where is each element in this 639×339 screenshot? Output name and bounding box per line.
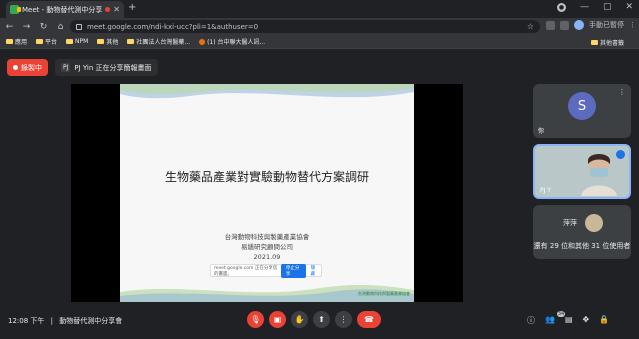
participant-name: 萍萍	[563, 219, 577, 227]
slide-footer: 台灣動物科技與製藥產業協會	[358, 291, 410, 296]
meeting-bottom-bar: 12:08 下午 | 動物替代測中分享會 🎙 ▣ ✋ ⬆ ⋮ ☎ ⓘ 👥 ▤ ✥…	[0, 306, 639, 339]
slide-date: 2021.09	[253, 253, 281, 261]
raise-hand-icon[interactable]: ✋	[291, 311, 308, 328]
bookmark-label: 社團法人台灣醫藥...	[136, 39, 191, 46]
bookmark-label: 平台	[45, 39, 58, 46]
participant-tile-others[interactable]: 萍萍 還有 29 位和其他 31 位使用者	[533, 205, 631, 259]
recording-badge[interactable]: 錄製中	[7, 59, 48, 76]
more-participants-label: 還有 29 位和其他 31 位使用者	[533, 242, 631, 250]
current-time: 12:08 下午	[8, 317, 45, 325]
slide-organizations: 台灣動物科技與製藥產業協會 易繕研究顧問公司 2021.09	[120, 232, 414, 262]
maximize-button[interactable]: ▢	[603, 2, 612, 12]
recording-label: 錄製中	[21, 63, 42, 72]
folder-icon	[6, 39, 13, 44]
forward-icon[interactable]: →	[19, 22, 34, 32]
back-icon[interactable]: ←	[2, 22, 17, 32]
participant-tile-self[interactable]: S ⋮ 你	[533, 84, 631, 138]
lock-icon[interactable]: 🔒	[599, 315, 609, 326]
meet-favicon-icon	[10, 5, 21, 14]
bookmark-item[interactable]: (1) 台中聯大醫人訊...	[199, 37, 265, 46]
close-window-button[interactable]: ✕	[625, 2, 633, 12]
bookmark-label: 其他書籤	[599, 40, 624, 47]
slide-org-line: 易繕研究顧問公司	[241, 243, 293, 251]
record-dot-icon	[13, 65, 18, 70]
slide-title: 生物藥品產業對實驗動物替代方案調研	[164, 170, 369, 184]
url-text: meet.google.com/ndi-kxi-ucc?pli=1&authus…	[87, 22, 259, 31]
stop-sharing-button[interactable]: 停止分享	[280, 263, 306, 278]
folder-icon	[36, 39, 44, 44]
share-notice-text: meet.google.com 正在分享您的畫面。	[214, 265, 278, 277]
avatar	[585, 214, 603, 232]
tab-title: Meet - 動物替代測中分享會	[22, 5, 103, 14]
bookmark-label: (1) 台中聯大醫人訊...	[207, 39, 266, 46]
present-icon[interactable]: ⬆	[313, 311, 330, 328]
slide-org-line: 台灣動物科技與製藥產業協會	[224, 233, 310, 241]
meeting-name: 動物替代測中分享會	[59, 317, 123, 325]
participant-video	[581, 154, 617, 196]
presenting-banner: PJ PJ Yin 正在分享簡報畫面	[55, 59, 158, 76]
separator: |	[50, 317, 53, 325]
folder-icon	[66, 39, 74, 44]
bookmark-star-icon[interactable]: ☆	[527, 22, 534, 31]
folder-icon	[127, 39, 135, 44]
meeting-info: 12:08 下午 | 動物替代測中分享會	[8, 316, 122, 326]
call-controls: 🎙 ▣ ✋ ⬆ ⋮ ☎	[247, 311, 381, 328]
camera-off-icon[interactable]: ▣	[269, 311, 286, 328]
recording-indicator-icon	[105, 7, 111, 12]
mic-off-icon[interactable]: 🎙	[247, 311, 264, 328]
participant-name: PJ Y	[540, 187, 551, 194]
folder-icon	[97, 39, 105, 44]
slide-bottom-wave	[120, 284, 414, 302]
bookmark-label: 應用	[15, 39, 28, 46]
home-icon[interactable]: ⌂	[53, 22, 68, 32]
participant-count-badge: 34	[557, 311, 565, 317]
avatar: S	[568, 92, 596, 120]
close-tab-icon[interactable]: ✕	[113, 5, 120, 14]
window-controls: ● — ▢ ✕	[556, 2, 633, 12]
bookmark-item[interactable]: NPM	[66, 38, 88, 45]
participant-name: 你	[538, 128, 545, 135]
new-tab-button[interactable]: +	[128, 2, 136, 13]
mic-off-icon: ⋮	[618, 88, 626, 96]
lock-icon	[76, 23, 82, 30]
extension-icon[interactable]	[560, 20, 569, 30]
meeting-side-controls: ⓘ 👥 ▤ ✥ 🔒	[527, 315, 609, 326]
folder-icon	[590, 40, 598, 45]
presenting-label: PJ Yin 正在分享簡報畫面	[74, 63, 152, 72]
shared-slide: 生物藥品產業對實驗動物替代方案調研 台灣動物科技與製藥產業協會 易繕研究顧問公司…	[120, 84, 414, 302]
bookmark-item[interactable]: 社團法人台灣醫藥...	[127, 37, 190, 46]
slide-top-wave	[120, 84, 414, 99]
other-bookmarks[interactable]: 其他書籤	[590, 38, 624, 47]
site-favicon-icon	[199, 38, 206, 45]
browser-tab[interactable]: Meet - 動物替代測中分享會 ✕	[6, 1, 124, 18]
address-bar[interactable]: meet.google.com/ndi-kxi-ucc?pli=1&authus…	[70, 20, 540, 33]
bookmark-label: 其他	[106, 39, 119, 46]
profile-status[interactable]: 手動已暫停	[589, 20, 624, 30]
reload-icon[interactable]: ↻	[36, 22, 51, 32]
bookmark-item[interactable]: 應用	[6, 37, 27, 46]
bookmark-item[interactable]: 平台	[36, 37, 57, 46]
chat-icon[interactable]: ▤	[565, 315, 573, 326]
screen-share-notice: meet.google.com 正在分享您的畫面。 停止分享 隱藏	[210, 263, 322, 278]
more-icon[interactable]: ⋮	[335, 311, 352, 328]
minimize-button[interactable]: —	[580, 2, 589, 12]
bookmark-label: NPM	[75, 38, 89, 45]
browser-menu-icon[interactable]: ⋮	[629, 21, 636, 29]
toolbar-right: 手動已暫停 ⋮	[546, 20, 636, 30]
speaking-indicator-icon	[616, 150, 625, 159]
bookmarks-bar: 應用 平台 NPM 其他 社團法人台灣醫藥... (1) 台中聯大醫人訊... …	[0, 35, 639, 49]
bookmark-item[interactable]: 其他	[97, 37, 118, 46]
extension-icon[interactable]	[546, 20, 555, 30]
profile-avatar[interactable]	[574, 20, 584, 30]
info-icon[interactable]: ⓘ	[527, 315, 535, 326]
activities-icon[interactable]: ✥	[583, 315, 590, 326]
people-icon[interactable]: 👥	[545, 315, 555, 326]
end-call-icon[interactable]: ☎	[357, 311, 381, 328]
hide-notice-button[interactable]: 隱藏	[311, 265, 318, 277]
browser-tab-strip: Meet - 動物替代測中分享會 ✕ + ● — ▢ ✕	[0, 0, 639, 18]
browser-toolbar: ← → ↻ ⌂ meet.google.com/ndi-kxi-ucc?pli=…	[0, 18, 639, 35]
participant-tile-presenter[interactable]: PJ Y	[533, 144, 631, 199]
profile-menu-icon[interactable]: ●	[556, 2, 566, 12]
presenter-initials: PJ	[61, 63, 71, 72]
